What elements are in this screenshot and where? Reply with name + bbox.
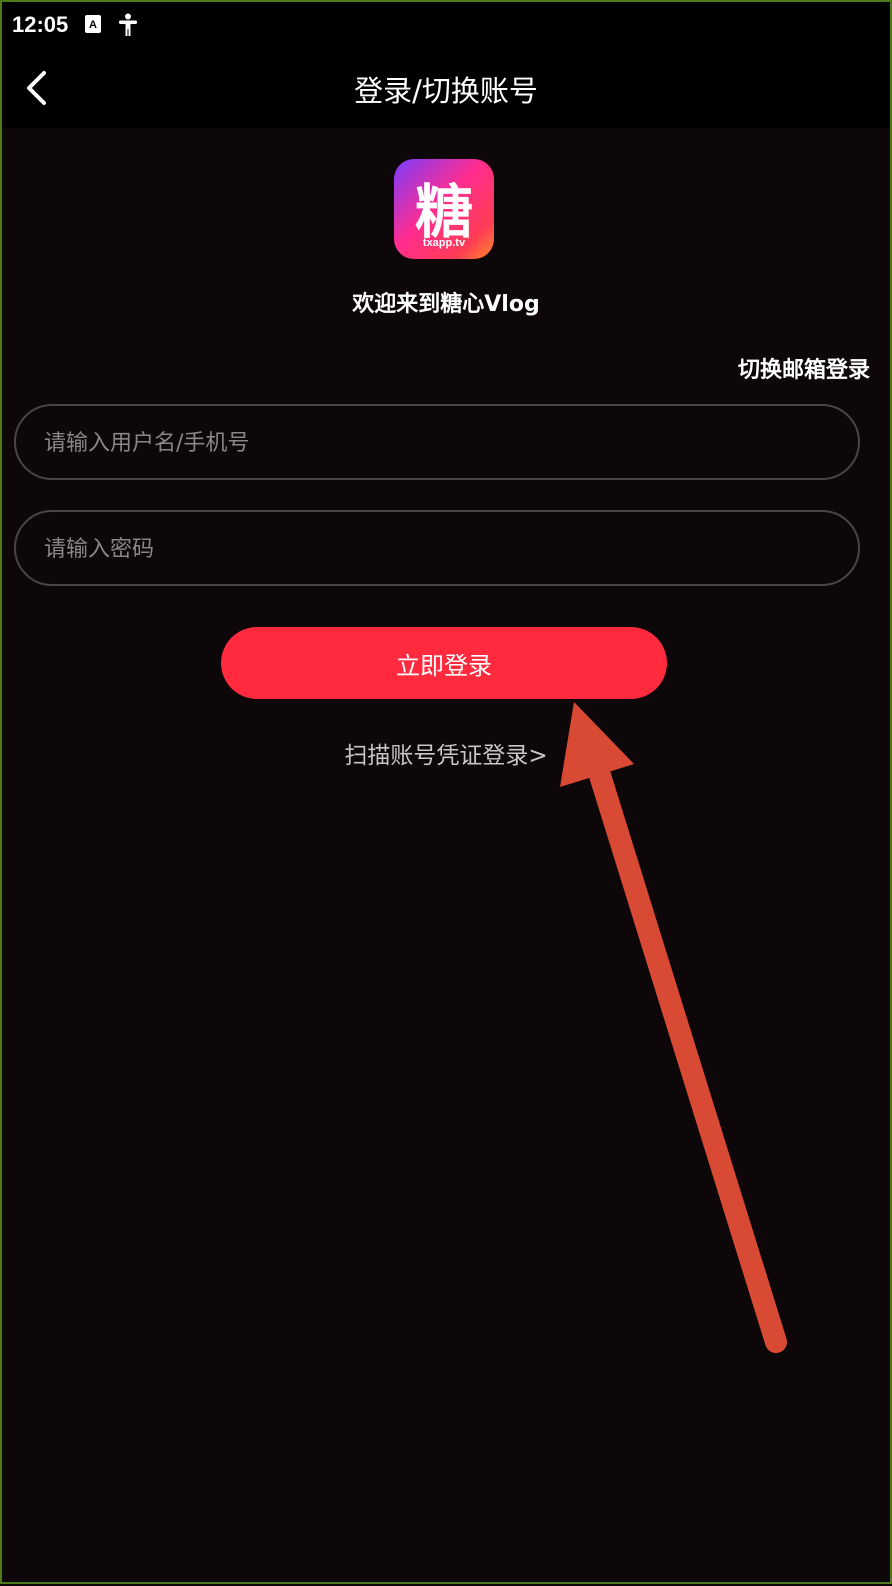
nav-bar: 登录/切换账号 [2,52,890,128]
password-input[interactable] [42,512,826,586]
scan-credential-login-link[interactable]: 扫描账号凭证登录> [2,736,890,770]
svg-text:A: A [89,19,97,31]
switch-email-login-link[interactable]: 切换邮箱登录 [738,352,870,384]
login-button[interactable]: 立即登录 [221,627,667,699]
username-input[interactable] [42,406,826,480]
font-icon: A [84,14,102,38]
username-field[interactable] [14,404,860,480]
status-bar: 12:05 A [2,2,890,52]
accessibility-icon [118,13,138,41]
status-time: 12:05 [12,12,69,37]
app-logo: 糖 txapp.tv [394,159,494,259]
password-field[interactable] [14,510,860,586]
welcome-text: 欢迎来到糖心Vlog [352,292,540,317]
page-title: 登录/切换账号 [354,74,538,108]
logo-caption: txapp.tv [422,237,466,249]
